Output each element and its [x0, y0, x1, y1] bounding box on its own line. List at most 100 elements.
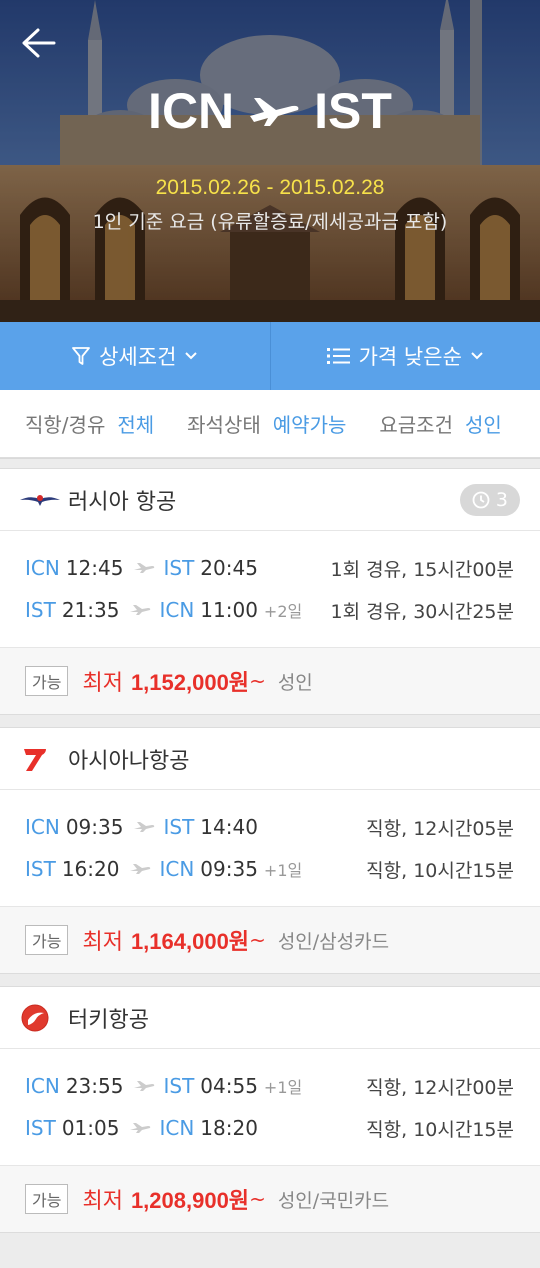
plane-arrow-icon [130, 605, 151, 615]
hero-banner: ICN IST 2015.02.26 - 2015.02.28 1인 기준 요금… [0, 0, 540, 322]
outbound-leg: ICN 09:35 IST 14:40 직항, 12시간05분 [25, 806, 514, 848]
origin-code: ICN [148, 83, 235, 139]
outbound-leg: ICN 23:55 IST 04:55 +1일 직항, 12시간00분 [25, 1065, 514, 1107]
travel-dates: 2015.02.26 - 2015.02.28 [155, 176, 385, 199]
leg-origin: ICN [25, 1074, 60, 1098]
hero-overlay [0, 0, 540, 322]
airline-name: 아시아나항공 [68, 748, 190, 774]
leg-departure-time: 16:20 [61, 857, 120, 881]
plane-arrow-icon [130, 1123, 151, 1133]
leg-origin: IST [25, 857, 56, 881]
leg-arrival-time: 11:00 [200, 598, 258, 622]
leg-arrival-time: 20:45 [200, 556, 258, 580]
asiana-logo-icon [20, 744, 60, 774]
leg-departure-time: 12:45 [65, 556, 124, 580]
leg-destination: IST [163, 815, 195, 839]
flight-result-card: 러시아 항공 3 ICN 12:45 IST 20:45 1회 경유, 15시간… [0, 468, 540, 715]
airline-header[interactable]: 러시아 항공 3 [0, 469, 540, 531]
chip-value: 예약가능 [272, 413, 347, 437]
price-prefix: 최저 [82, 1189, 123, 1214]
chip-label: 직항/경유 [25, 413, 106, 437]
availability-tag: 가능 [25, 925, 69, 955]
back-button[interactable] [18, 22, 60, 64]
badge-count: 3 [495, 489, 508, 511]
price-row[interactable]: 가능 최저 1,152,000원 ~ 성인 [0, 647, 540, 714]
history-badge[interactable]: 3 [459, 484, 520, 516]
chevron-down-icon [471, 352, 483, 360]
sort-label: 가격 낮은순 [358, 345, 462, 369]
sort-button[interactable]: 가격 낮은순 [269, 322, 540, 390]
flight-legs: ICN 12:45 IST 20:45 1회 경유, 15시간00분 IST 2… [0, 531, 540, 647]
filter-bar: 상세조건 가격 낮은순 [0, 322, 540, 390]
passenger-condition: 성인 [277, 671, 313, 694]
plane-arrow-icon [134, 822, 155, 832]
leg-departure-time: 21:35 [61, 598, 120, 622]
clock-icon [472, 491, 490, 509]
price-prefix: 최저 [82, 671, 123, 696]
leg-destination: ICN [159, 598, 195, 622]
airline-header[interactable]: 터키항공 [0, 987, 540, 1049]
outbound-leg: ICN 12:45 IST 20:45 1회 경유, 15시간00분 [25, 547, 514, 589]
return-leg: IST 16:20 ICN 09:35 +1일 직항, 10시간15분 [25, 848, 514, 890]
leg-departure-time: 09:35 [65, 815, 124, 839]
passenger-condition: 성인/국민카드 [277, 1189, 390, 1212]
airline-header[interactable]: 아시아나항공 [0, 728, 540, 790]
chip-seat-status[interactable]: 좌석상태 예약가능 [187, 409, 346, 438]
filter-funnel-icon [72, 347, 91, 365]
leg-arrival-time: 14:40 [200, 815, 258, 839]
chip-value: 성인 [464, 413, 502, 437]
availability-tag: 가능 [25, 666, 69, 696]
divider [0, 974, 540, 986]
leg-destination: IST [163, 1074, 195, 1098]
detail-filter-label: 상세조건 [99, 345, 177, 369]
leg-origin: ICN [25, 556, 60, 580]
leg-destination: ICN [159, 1116, 195, 1140]
price-suffix: ~ [249, 1187, 266, 1211]
fare-note: 1인 기준 요금 (유류할증료/제세공과금 포함) [92, 211, 448, 233]
back-arrow-icon [22, 28, 56, 58]
airline-name: 터키항공 [68, 1007, 149, 1033]
day-offset: +2일 [263, 602, 303, 621]
airline-name: 러시아 항공 [68, 489, 177, 515]
price-suffix: ~ [249, 928, 266, 952]
return-leg: IST 21:35 ICN 11:00 +2일 1회 경유, 30시간25분 [25, 589, 514, 631]
day-offset: +1일 [263, 861, 303, 880]
leg-origin: IST [25, 598, 56, 622]
flight-legs: ICN 09:35 IST 14:40 직항, 12시간05분 IST 16:2… [0, 790, 540, 906]
list-icon [326, 348, 350, 364]
price-row[interactable]: 가능 최저 1,208,900원 ~ 성인/국민카드 [0, 1165, 540, 1232]
price-amount: 1,164,000원 [130, 929, 250, 954]
leg-origin: IST [25, 1116, 56, 1140]
plane-arrow-icon [134, 1081, 155, 1091]
day-offset: +1일 [263, 1078, 303, 1097]
aeroflot-logo-icon [20, 485, 60, 515]
chip-fare-condition[interactable]: 요금조건 성인 [379, 409, 501, 438]
passenger-condition: 성인/삼성카드 [277, 930, 390, 953]
price-amount: 1,152,000원 [130, 670, 250, 695]
airplane-icon [250, 98, 299, 126]
price-row[interactable]: 가능 최저 1,164,000원 ~ 성인/삼성카드 [0, 906, 540, 973]
price-prefix: 최저 [82, 930, 123, 955]
leg-info: 1회 경유, 30시간25분 [330, 600, 514, 623]
return-leg: IST 01:05 ICN 18:20 직항, 10시간15분 [25, 1107, 514, 1149]
chip-direct-transfer[interactable]: 직항/경유 전체 [25, 409, 154, 438]
leg-arrival-time: 09:35 [200, 857, 258, 881]
leg-origin: ICN [25, 815, 60, 839]
divider [0, 715, 540, 727]
chip-label: 좌석상태 [187, 413, 261, 437]
leg-info: 직항, 12시간00분 [366, 1076, 514, 1099]
plane-arrow-icon [134, 563, 155, 573]
leg-arrival-time: 18:20 [200, 1116, 258, 1140]
route-title: ICN IST [0, 82, 540, 140]
leg-info: 직항, 12시간05분 [366, 817, 514, 840]
price-suffix: ~ [249, 669, 266, 693]
leg-info: 1회 경유, 15시간00분 [330, 558, 514, 581]
divider [0, 458, 540, 468]
leg-destination: ICN [159, 857, 195, 881]
flight-result-card: 터키항공 ICN 23:55 IST 04:55 +1일 직항, 12시간00분… [0, 986, 540, 1233]
chevron-down-icon [185, 352, 198, 360]
chip-value: 전체 [117, 413, 155, 437]
turkish-airlines-logo-icon [20, 1003, 60, 1033]
detail-filter-button[interactable]: 상세조건 [0, 322, 270, 390]
flight-legs: ICN 23:55 IST 04:55 +1일 직항, 12시간00분 IST … [0, 1049, 540, 1165]
